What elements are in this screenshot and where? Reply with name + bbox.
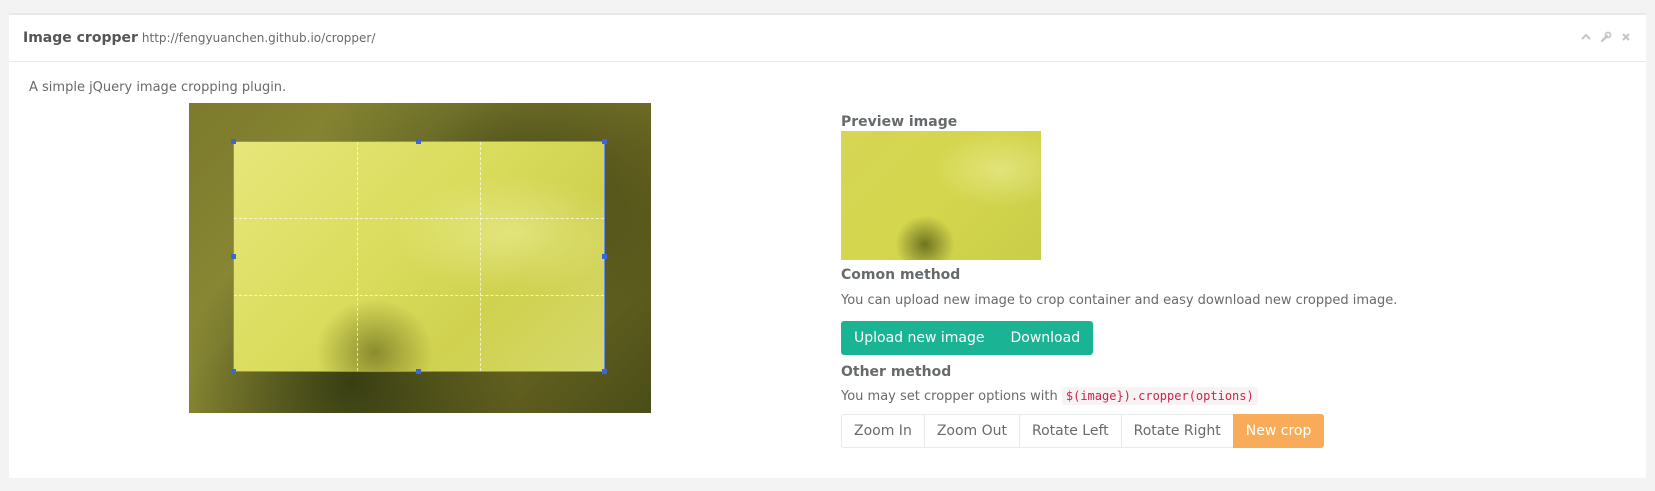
crop-box[interactable] (231, 139, 607, 374)
chevron-up-icon[interactable] (1580, 31, 1592, 46)
crop-handle-nw[interactable] (231, 139, 236, 144)
upload-new-image-button[interactable]: Upload new image (841, 321, 998, 355)
rotate-right-button[interactable]: Rotate Right (1120, 414, 1234, 448)
close-icon[interactable] (1620, 31, 1632, 46)
crop-guide-line (480, 142, 482, 371)
common-method-heading: Comon method (841, 267, 961, 283)
crop-guide-line (357, 142, 359, 371)
crop-stage-image[interactable] (189, 103, 651, 413)
crop-guide-line (234, 294, 604, 296)
zoom-out-button[interactable]: Zoom Out (923, 414, 1021, 448)
panel-subtitle: http://fengyuanchen.github.io/cropper/ (141, 31, 376, 45)
wrench-icon[interactable] (1600, 31, 1612, 46)
preview-heading: Preview image (841, 114, 958, 130)
panel-body: A simple jQuery image cropping plugin. P… (9, 62, 1646, 478)
other-button-group: Zoom In Zoom Out Rotate Left Rotate Righ… (841, 414, 1325, 448)
common-method-description: You can upload new image to crop contain… (841, 293, 1398, 308)
common-button-group: Upload new image Download (841, 321, 1094, 355)
other-method-description: You may set cropper options with $(image… (841, 387, 1258, 405)
preview-image (841, 131, 1041, 260)
crop-handle-sw[interactable] (231, 369, 236, 374)
download-button[interactable]: Download (997, 321, 1094, 355)
crop-handle-e[interactable] (602, 253, 607, 259)
crop-guide-line (234, 218, 604, 220)
panel-tools (1580, 31, 1632, 46)
rotate-left-button[interactable]: Rotate Left (1019, 414, 1122, 448)
crop-handle-n[interactable] (416, 139, 421, 144)
crop-handle-w[interactable] (231, 253, 236, 259)
panel-title: Image cropper http://fengyuanchen.github.… (23, 30, 376, 46)
crop-handle-se[interactable] (602, 369, 607, 374)
intro-text: A simple jQuery image cropping plugin. (29, 80, 287, 95)
zoom-in-button[interactable]: Zoom In (841, 414, 925, 448)
code-snippet: $(image}).cropper(options) (1061, 387, 1258, 405)
crop-handle-ne[interactable] (602, 139, 607, 144)
panel-title-bar: Image cropper http://fengyuanchen.github.… (9, 15, 1646, 62)
new-crop-button[interactable]: New crop (1232, 414, 1325, 448)
crop-handle-s[interactable] (416, 369, 421, 374)
other-method-heading: Other method (841, 364, 952, 380)
image-cropper-panel: Image cropper http://fengyuanchen.github.… (9, 13, 1646, 478)
